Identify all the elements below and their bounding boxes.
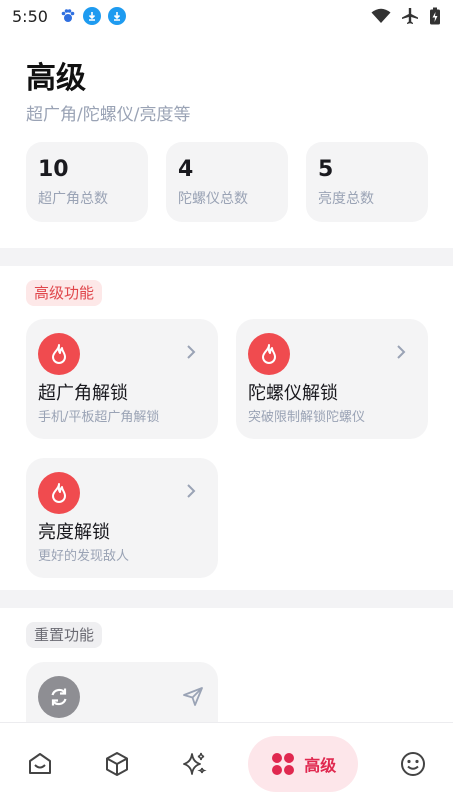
stat-label: 超广角总数 <box>38 191 108 207</box>
send-icon <box>183 687 203 706</box>
battery-icon <box>430 7 440 25</box>
feature-card-gyroscope-unlock[interactable]: 陀螺仪解锁 突破限制解锁陀螺仪 <box>236 319 428 439</box>
feature-desc: 突破限制解锁陀螺仪 <box>248 410 366 425</box>
stat-card-gyroscope: 4 陀螺仪总数 <box>166 142 288 222</box>
system-status-icons <box>371 7 441 25</box>
page-header: 高级 超广角/陀螺仪/亮度等 <box>26 60 190 125</box>
sparkles-icon <box>182 752 207 775</box>
smile-icon <box>401 752 425 776</box>
nav-profile[interactable] <box>391 742 435 786</box>
status-time: 5:50 <box>12 6 48 26</box>
feature-title: 超广角解锁 <box>38 383 128 404</box>
feature-card-reset[interactable] <box>26 662 218 722</box>
page-title: 高级 <box>26 61 86 96</box>
status-bar: 5:50 <box>0 0 453 32</box>
feature-title: 亮度解锁 <box>38 522 110 543</box>
wifi-icon <box>371 8 391 23</box>
notification-icons <box>60 7 126 25</box>
home-icon <box>29 753 51 774</box>
flame-icon <box>38 333 80 375</box>
nav-cube[interactable] <box>95 742 139 786</box>
flame-icon <box>38 472 80 514</box>
airplane-icon <box>402 8 418 24</box>
section-label-reset: 重置功能 <box>26 622 103 648</box>
stat-label: 亮度总数 <box>318 191 374 207</box>
nav-home[interactable] <box>18 742 62 786</box>
section-divider <box>0 590 453 608</box>
page-subtitle: 超广角/陀螺仪/亮度等 <box>26 105 191 125</box>
chevron-right-icon <box>187 345 196 359</box>
stat-value: 4 <box>178 157 194 182</box>
stat-card-ultrawide: 10 超广角总数 <box>26 142 148 222</box>
stats-row: 10 超广角总数 4 陀螺仪总数 5 亮度总数 <box>26 142 428 222</box>
feature-card-brightness-unlock[interactable]: 亮度解锁 更好的发现敌人 <box>26 458 218 578</box>
stat-value: 5 <box>318 157 334 182</box>
flame-icon <box>248 333 290 375</box>
download-notification-icon <box>82 7 101 25</box>
feature-card-ultrawide-unlock[interactable]: 超广角解锁 手机/平板超广角解锁 <box>26 319 218 439</box>
nav-sparkles[interactable] <box>172 742 216 786</box>
section-divider <box>0 248 453 266</box>
refresh-icon <box>38 676 80 718</box>
apps-icon <box>272 753 295 775</box>
stat-value: 10 <box>38 157 69 182</box>
bottom-navigation: 高级 <box>0 722 453 805</box>
download-notification-icon <box>107 7 126 25</box>
nav-advanced-active[interactable]: 高级 <box>248 736 359 792</box>
chevron-right-icon <box>187 484 196 498</box>
cube-icon <box>105 752 128 776</box>
chevron-right-icon <box>397 345 406 359</box>
paw-icon <box>61 9 75 22</box>
stat-label: 陀螺仪总数 <box>178 191 248 207</box>
feature-desc: 更好的发现敌人 <box>38 549 130 564</box>
nav-advanced-label: 高级 <box>304 756 337 775</box>
section-label-advanced: 高级功能 <box>26 280 103 306</box>
feature-desc: 手机/平板超广角解锁 <box>38 410 160 425</box>
feature-title: 陀螺仪解锁 <box>248 383 338 404</box>
stat-card-brightness: 5 亮度总数 <box>306 142 428 222</box>
